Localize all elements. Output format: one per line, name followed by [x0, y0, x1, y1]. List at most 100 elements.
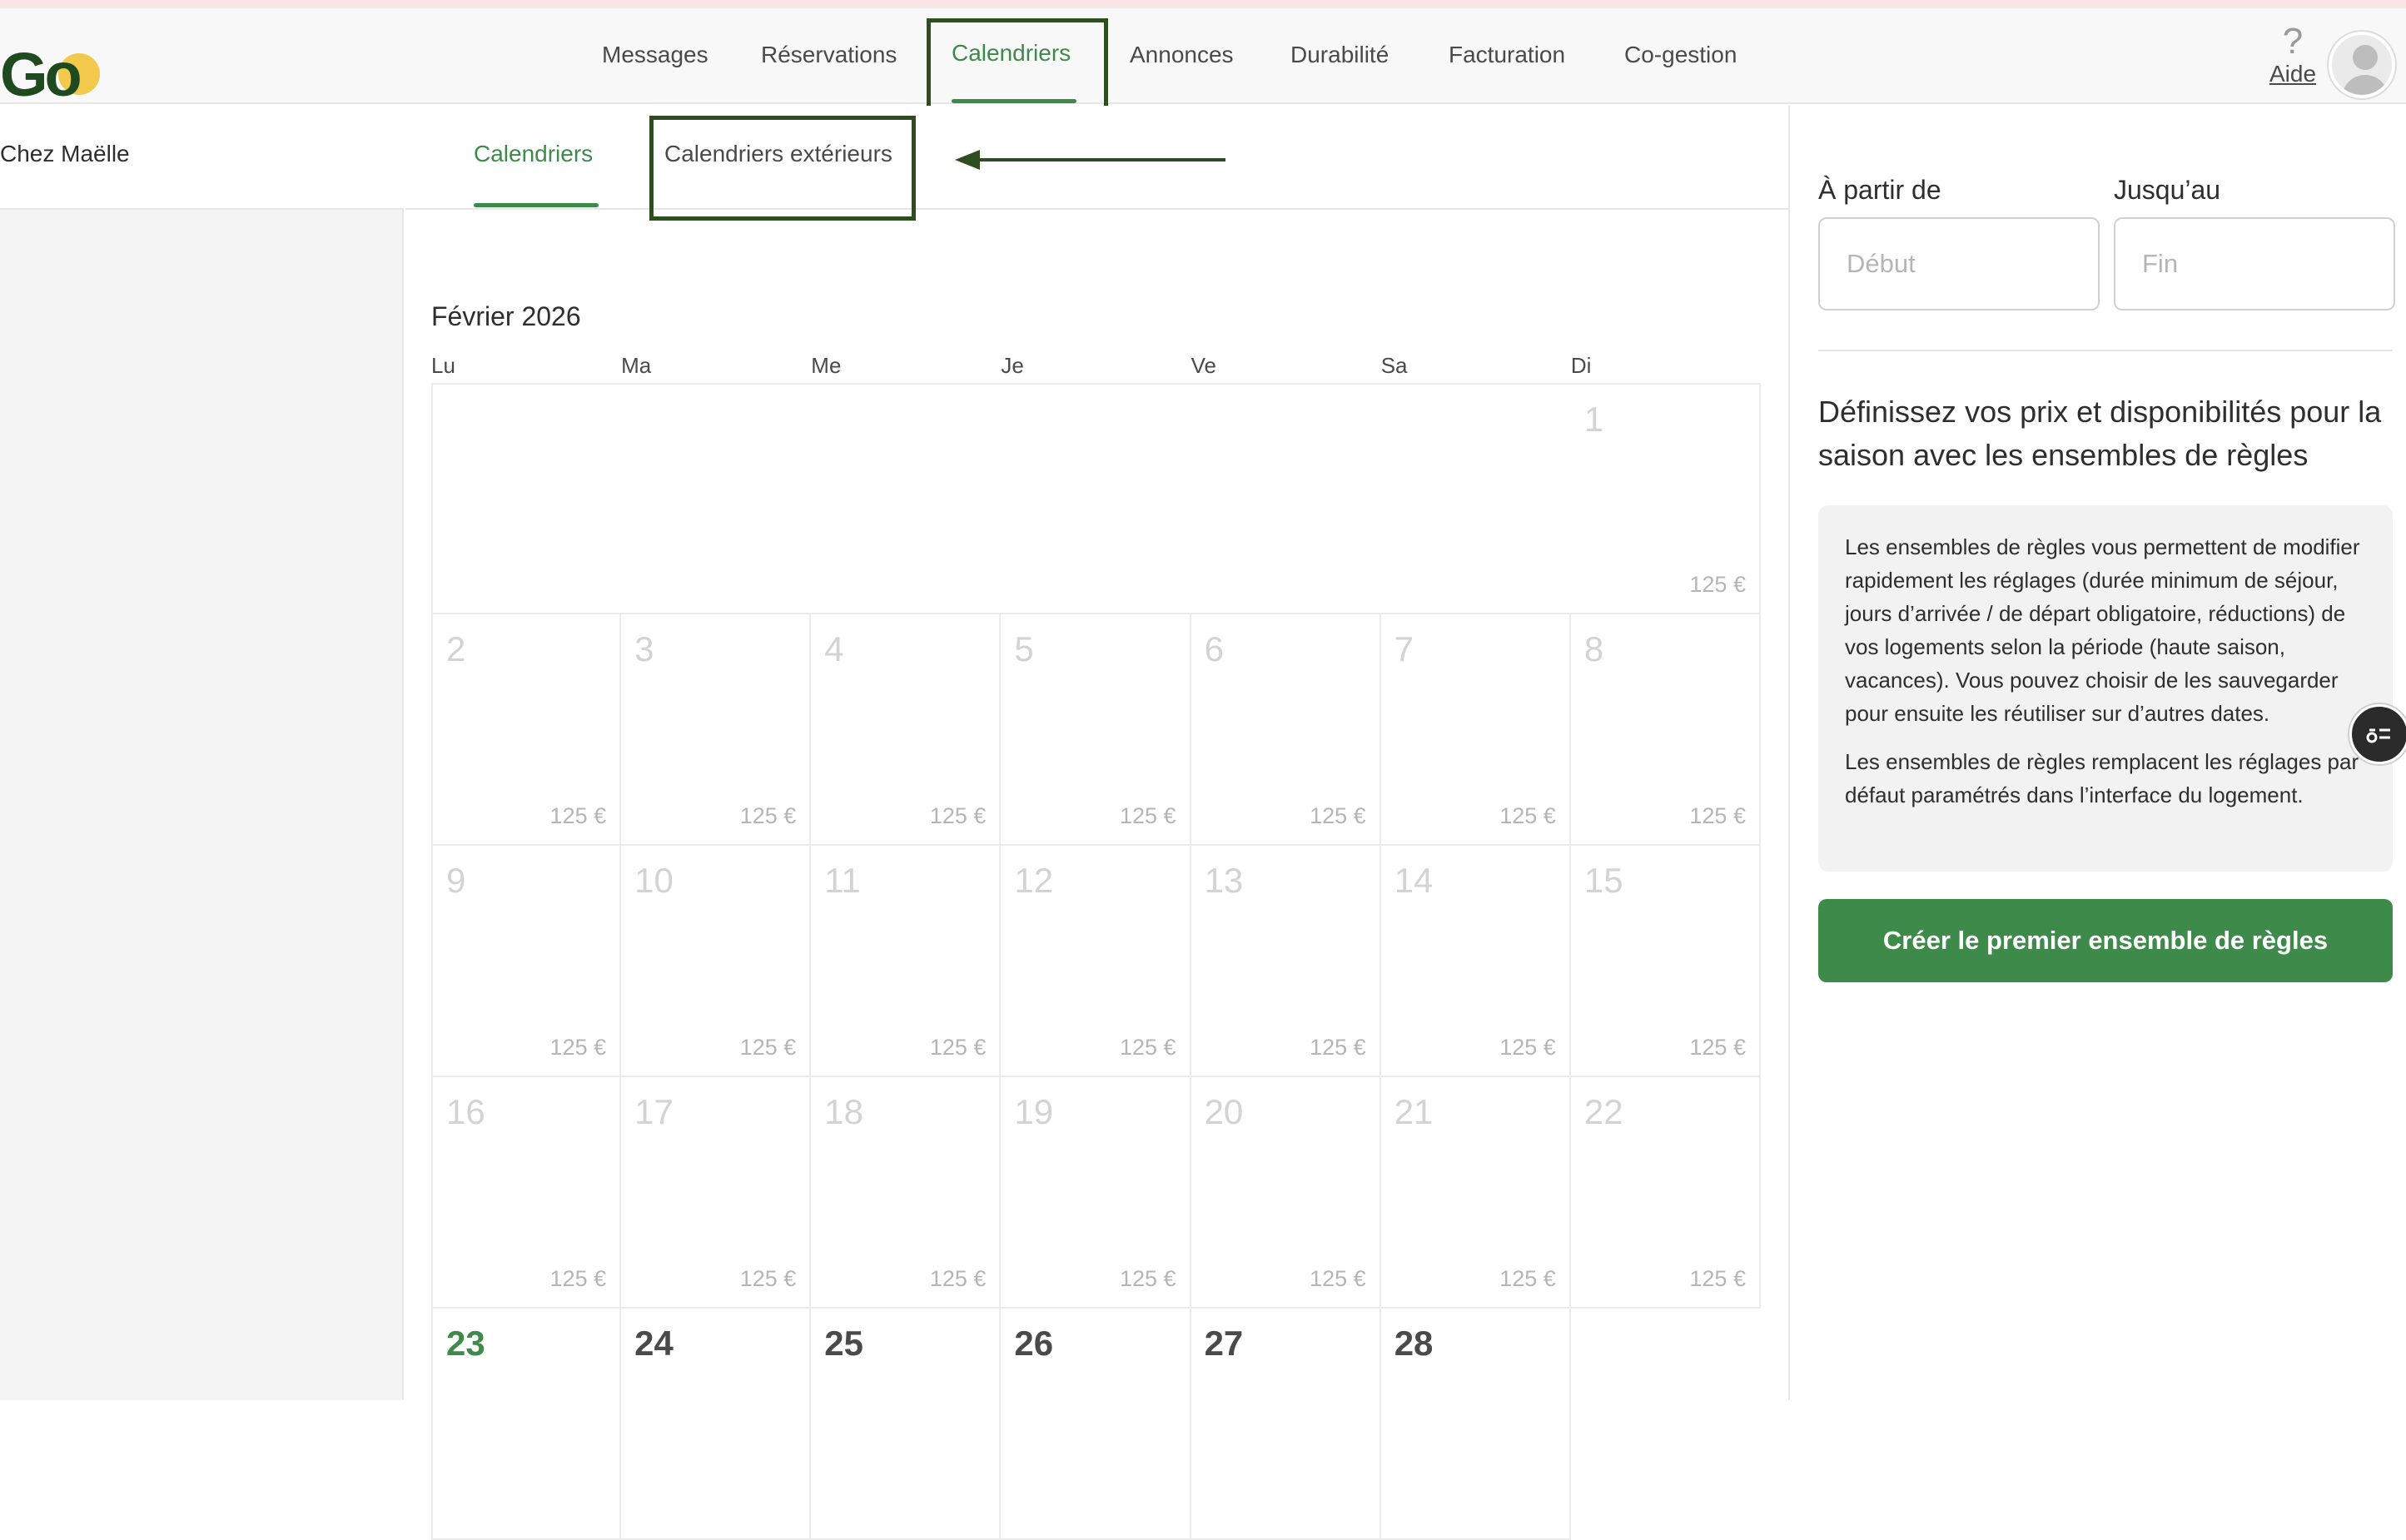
calendar-day-cell[interactable]: 27 [1191, 1309, 1381, 1540]
annotation-box-calendriers-exterieurs [649, 116, 916, 221]
day-price: 125 € [1310, 803, 1366, 828]
day-number: 5 [1014, 629, 1034, 668]
rules-list-icon[interactable] [2349, 704, 2406, 764]
calendar-day-cell[interactable]: 1 125 € [1570, 383, 1761, 614]
day-number: 19 [1014, 1092, 1054, 1131]
property-selector[interactable]: Chez Maëlle [0, 106, 404, 210]
start-date-input[interactable] [1818, 217, 2100, 310]
calendar-day-cell[interactable]: 4 125 € [811, 614, 1002, 846]
calendar-day-cell[interactable]: 13 125 € [1191, 846, 1381, 1077]
calendar-day-cell[interactable]: 18 125 € [811, 1077, 1002, 1309]
calendar-day-cell[interactable]: 21 125 € [1380, 1077, 1571, 1309]
calendar-day-cell[interactable]: 19 125 € [1001, 1077, 1191, 1309]
main-nav: Messages Réservations Calendriers Annonc… [0, 8, 2406, 104]
day-number: 26 [1014, 1324, 1054, 1363]
day-number: 17 [634, 1092, 674, 1131]
nav-facturation[interactable]: Facturation [1449, 42, 1565, 68]
empty-days [431, 383, 1571, 614]
day-number: 27 [1204, 1324, 1244, 1363]
calendar-day-cell[interactable]: 8 125 € [1570, 614, 1761, 846]
day-price: 125 € [1499, 1266, 1556, 1291]
annotation-arrow-icon [955, 150, 1225, 170]
end-date-input[interactable] [2114, 217, 2395, 310]
create-ruleset-button[interactable]: Créer le premier ensemble de règles [1818, 899, 2393, 982]
day-number: 9 [446, 861, 466, 900]
calendar-day-cell[interactable]: 3 125 € [621, 614, 812, 846]
calendar-day-cell[interactable]: 11 125 € [811, 846, 1002, 1077]
day-number: 7 [1394, 629, 1414, 668]
weekday-header: Lu Ma Me Je Ve Sa Di [431, 353, 1761, 383]
day-price: 125 € [1689, 1035, 1746, 1060]
user-avatar-icon[interactable] [2329, 32, 2395, 98]
day-price: 125 € [549, 1035, 607, 1060]
day-price: 125 € [1119, 803, 1176, 828]
calendar-day-cell[interactable]: 15 125 € [1570, 846, 1761, 1077]
nav-annonces[interactable]: Annonces [1130, 42, 1234, 68]
weekday-label: Je [1001, 353, 1024, 378]
weekday-label: Sa [1380, 353, 1408, 378]
day-number: 18 [824, 1092, 863, 1131]
calendar-day-cell[interactable]: 12 125 € [1001, 846, 1191, 1077]
day-price: 125 € [1689, 1266, 1746, 1291]
nav-reservations[interactable]: Réservations [761, 42, 897, 68]
top-header: Go Messages Réservations Calendriers Ann… [0, 8, 2406, 108]
day-number: 8 [1583, 629, 1604, 668]
help-link[interactable]: ? Aide [2268, 23, 2318, 88]
day-number: 15 [1583, 861, 1623, 900]
to-label: Jusqu’au [2114, 175, 2221, 205]
help-label: Aide [2269, 61, 2317, 87]
nav-co-gestion[interactable]: Co-gestion [1624, 42, 1737, 68]
calendar-day-cell[interactable]: 17 125 € [621, 1077, 812, 1309]
help-icon: ? [2282, 21, 2304, 62]
rules-heading: Définissez vos prix et disponibilités po… [1818, 395, 2382, 472]
rules-info-paragraph-2: Les ensembles de règles remplacent les r… [1845, 749, 2359, 807]
calendar-day-cell[interactable]: 28 [1380, 1309, 1571, 1540]
nav-durabilite[interactable]: Durabilité [1290, 42, 1389, 68]
day-number: 1 [1583, 400, 1604, 439]
weekday-label: Me [811, 353, 842, 378]
calendar-day-cell[interactable]: 23 [431, 1309, 622, 1540]
calendar-day-cell[interactable]: 10 125 € [621, 846, 812, 1077]
day-price: 125 € [1689, 572, 1746, 597]
calendar-day-cell[interactable]: 14 125 € [1380, 846, 1571, 1077]
day-number: 10 [634, 861, 674, 900]
weekday-label: Di [1570, 353, 1592, 378]
day-price: 125 € [739, 1035, 797, 1060]
tab-calendriers[interactable]: Calendriers [474, 141, 593, 167]
day-number: 25 [824, 1324, 863, 1363]
calendar-day-cell[interactable]: 26 [1001, 1309, 1191, 1540]
day-number: 13 [1204, 861, 1244, 900]
day-price: 125 € [929, 1035, 987, 1060]
calendar-day-cell[interactable]: 6 125 € [1191, 614, 1381, 846]
day-price: 125 € [1119, 1035, 1176, 1060]
calendar-day-cell[interactable]: 2 125 € [431, 614, 622, 846]
calendar-day-cell[interactable]: 25 [811, 1309, 1002, 1540]
day-number: 21 [1394, 1092, 1434, 1131]
nav-messages[interactable]: Messages [602, 42, 708, 68]
day-number: 2 [446, 629, 466, 668]
panel-divider [1818, 350, 2393, 351]
rules-info-box: Les ensembles de règles vous permettent … [1818, 505, 2393, 872]
calendar-main: Calendriers Calendriers extérieurs Févri… [405, 106, 1790, 1540]
day-number: 3 [634, 629, 654, 668]
calendar-subtabs: Calendriers Calendriers extérieurs [405, 106, 1790, 221]
calendar-day-cell[interactable]: 24 [621, 1309, 812, 1540]
calendar-day-cell[interactable]: 22 125 € [1570, 1077, 1761, 1309]
rules-info-paragraph-1: Les ensembles de règles vous permettent … [1845, 534, 2360, 726]
calendar-day-cell[interactable]: 20 125 € [1191, 1077, 1381, 1309]
left-sidebar: Chez Maëlle [0, 106, 404, 1400]
day-price: 125 € [1119, 1266, 1176, 1291]
day-number: 28 [1394, 1324, 1434, 1363]
calendar-day-cell[interactable]: 16 125 € [431, 1077, 622, 1309]
calendar-day-cell[interactable]: 9 125 € [431, 846, 622, 1077]
day-price: 125 € [1499, 1035, 1556, 1060]
calendar-day-cell[interactable]: 7 125 € [1380, 614, 1571, 846]
day-price: 125 € [1689, 803, 1746, 828]
day-number: 16 [446, 1092, 485, 1131]
day-price: 125 € [739, 1266, 797, 1291]
day-price: 125 € [549, 803, 607, 828]
calendar-day-cell[interactable]: 5 125 € [1001, 614, 1191, 846]
rules-panel: À partir de Jusqu’au Définissez vos prix… [1792, 106, 2406, 1400]
day-number: 22 [1583, 1092, 1623, 1131]
day-price: 125 € [929, 803, 987, 828]
